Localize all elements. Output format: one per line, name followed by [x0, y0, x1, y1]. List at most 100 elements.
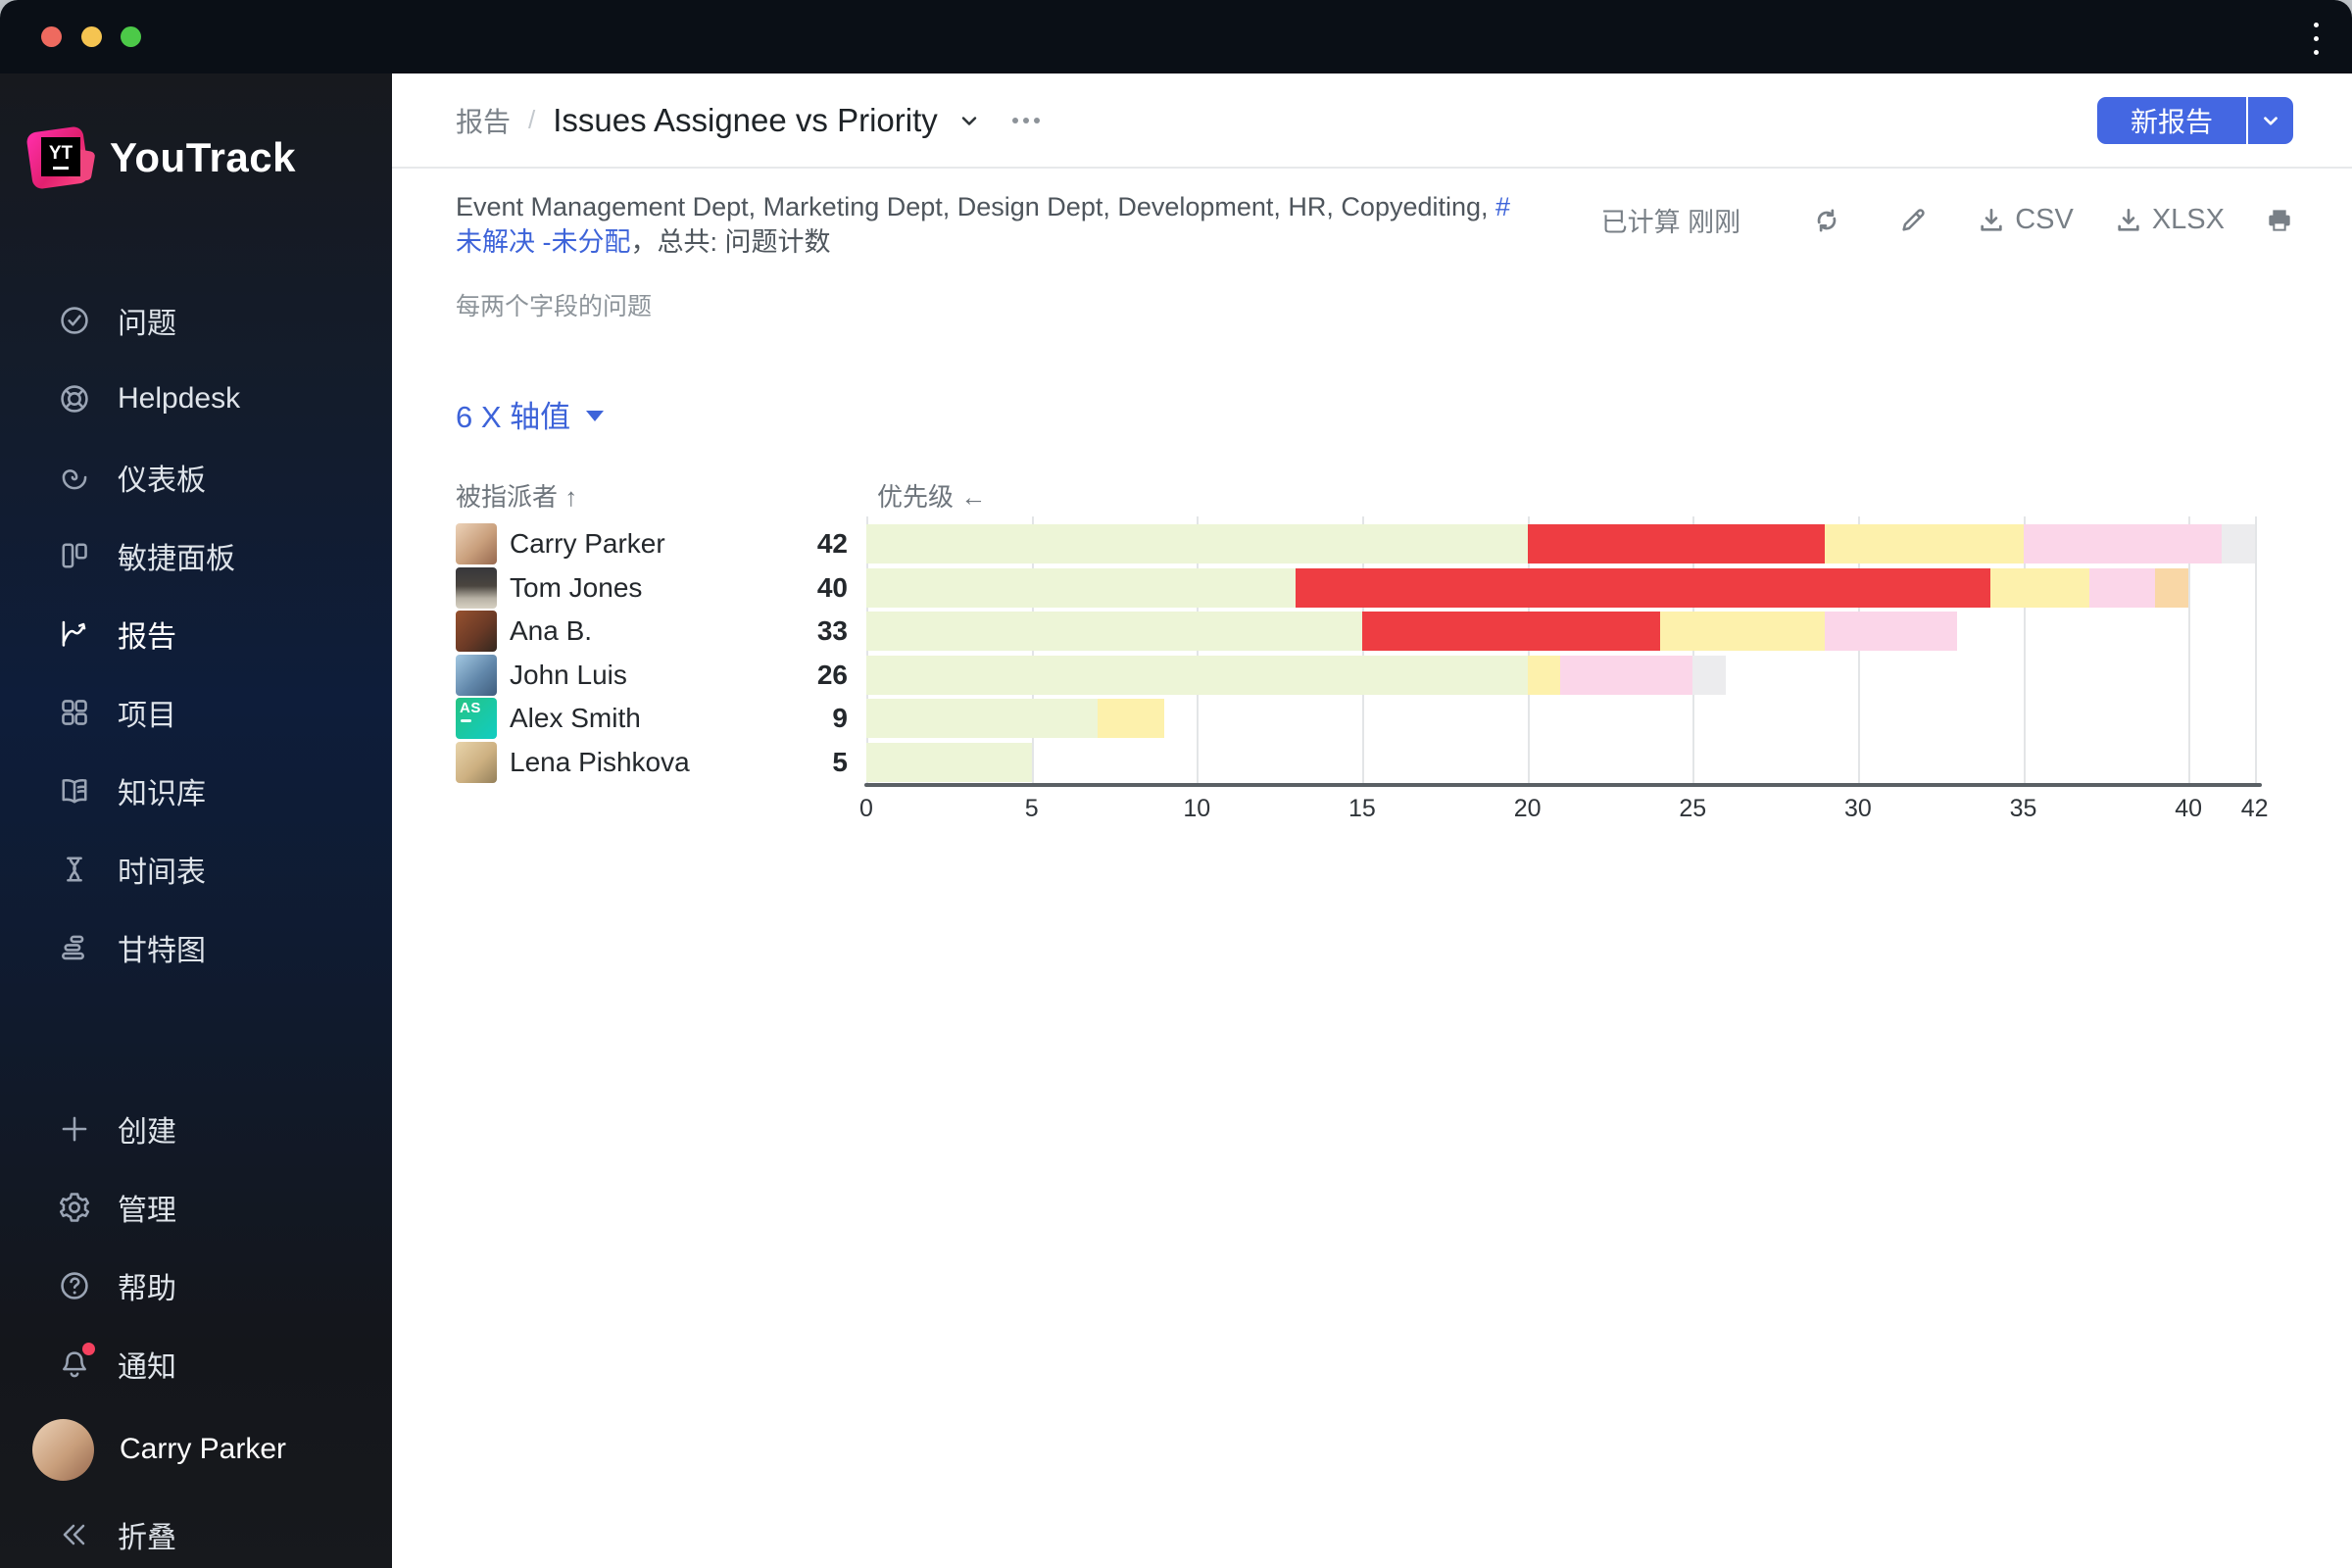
sidebar-item-问题[interactable]: 问题: [0, 281, 392, 360]
refresh-icon[interactable]: [1811, 205, 1842, 236]
bar-segment-priority-yellow[interactable]: [1659, 612, 1826, 652]
app-window: YT YouTrack 问题 Helpdesk 仪表板 敏捷面板 报告 项目 知识库 时间表甘…: [0, 0, 2352, 1568]
youtrack-logo[interactable]: YT YouTrack: [25, 125, 296, 190]
export-csv-button[interactable]: CSV: [1976, 204, 2074, 236]
sidebar-item-label: Helpdesk: [118, 382, 241, 415]
bar-segment-priority-red[interactable]: [1296, 567, 1990, 608]
bar-segment-priority-green[interactable]: [866, 567, 1297, 608]
report-filters-text: Event Management Dept, Marketing Dept, D…: [456, 192, 1511, 257]
sidebar-item-label: 创建: [118, 1116, 176, 1149]
new-report-button[interactable]: 新报告: [2096, 97, 2246, 144]
bar-segment-priority-green[interactable]: [866, 699, 1099, 739]
chart-row-lena-pishkova: Lena Pishkova 5: [456, 741, 2288, 785]
notification-badge: [82, 1343, 95, 1355]
close-window-button[interactable]: [41, 26, 62, 47]
sidebar-item-报告[interactable]: 报告: [0, 595, 392, 673]
sidebar-item-项目[interactable]: 项目: [0, 673, 392, 752]
assignee-total: 9: [832, 703, 848, 734]
sidebar-footer-nav: 创建管理 帮助 通知 Carry Parker 折叠: [0, 1090, 392, 1568]
sidebar-item-甘特图[interactable]: 甘特图: [0, 908, 392, 987]
avatar: [456, 611, 497, 653]
sidebar-item-label: 项目: [118, 700, 176, 732]
assignee-name[interactable]: Alex Smith: [510, 703, 641, 734]
title-more-menu-icon[interactable]: [1011, 117, 1040, 123]
chart-row-tom-jones: Tom Jones 40: [456, 566, 2288, 611]
avatar: [32, 1418, 94, 1481]
collapse-chevrons-icon: [57, 1517, 92, 1552]
bar-segment-priority-red[interactable]: [1361, 612, 1660, 652]
x-axis-ticks: 0 5 10 15 20 25 30 35 40 42: [456, 795, 2288, 836]
sidebar-item-helpdesk[interactable]: Helpdesk: [0, 360, 392, 438]
sidebar-item-时间表[interactable]: 时间表: [0, 830, 392, 908]
title-chevron-down-icon[interactable]: [957, 109, 981, 132]
bar-segment-priority-yellow[interactable]: [1098, 699, 1164, 739]
assignee-name[interactable]: Carry Parker: [510, 528, 665, 560]
sidebar-item-label: 仪表板: [118, 465, 206, 497]
sidebar-item-通知[interactable]: 通知: [0, 1325, 392, 1403]
breadcrumb-reports-link[interactable]: 报告: [456, 101, 511, 140]
bar-segment-priority-pink[interactable]: [1825, 612, 1958, 652]
x-tick-label: 5: [1024, 795, 1039, 822]
assignee-name[interactable]: Tom Jones: [510, 572, 642, 604]
sidebar-item-label: 报告: [118, 621, 176, 654]
bar-segment-priority-red[interactable]: [1527, 524, 1826, 564]
zoom-window-button[interactable]: [121, 26, 141, 47]
bar-segment-priority-pink[interactable]: [2023, 524, 2222, 564]
bar-segment-priority-green[interactable]: [866, 524, 1528, 564]
plus-icon: [57, 1111, 92, 1147]
bar-segment-priority-orange[interactable]: [2155, 567, 2189, 608]
agile-board-icon: [57, 538, 92, 573]
bar-segment-priority-green[interactable]: [866, 655, 1528, 695]
kebab-menu-icon[interactable]: [2307, 19, 2325, 58]
bell-icon: [57, 1343, 95, 1382]
x-axis-values-dropdown[interactable]: 6 X 轴值: [456, 392, 605, 436]
sidebar-collapse-button[interactable]: 折叠: [0, 1495, 392, 1568]
chart-row-ana-b-: Ana B. 33: [456, 610, 2288, 654]
edit-pencil-icon[interactable]: [1897, 205, 1929, 236]
assignee-column-header[interactable]: 被指派者 ↑: [456, 477, 577, 514]
bar-segment-priority-yellow[interactable]: [1825, 524, 2024, 564]
print-icon[interactable]: [2264, 205, 2295, 236]
sidebar-item-知识库[interactable]: 知识库: [0, 752, 392, 830]
calculated-status-text: 已计算 刚刚: [1600, 208, 1741, 237]
priority-column-header[interactable]: 优先级 ←: [877, 477, 986, 514]
x-tick-label: 30: [1843, 795, 1872, 822]
avatar: [456, 566, 497, 609]
assignee-total: 40: [816, 571, 848, 603]
bar-segment-priority-yellow[interactable]: [1989, 567, 2089, 608]
bar-segment-priority-green[interactable]: [866, 743, 1032, 782]
collapse-label: 折叠: [118, 1522, 176, 1554]
sidebar-user-profile[interactable]: Carry Parker: [0, 1403, 392, 1495]
assignee-name[interactable]: Lena Pishkova: [510, 747, 690, 778]
sidebar-item-仪表板[interactable]: 仪表板: [0, 438, 392, 516]
bar-segment-priority-pink[interactable]: [1560, 655, 1693, 695]
sidebar-item-帮助[interactable]: 帮助: [0, 1247, 392, 1325]
bar-segment-priority-green[interactable]: [866, 612, 1362, 652]
sidebar-item-label: 问题: [118, 308, 176, 340]
sidebar-item-管理[interactable]: 管理: [0, 1168, 392, 1247]
minimize-window-button[interactable]: [81, 26, 102, 47]
sidebar-item-label: 时间表: [118, 857, 206, 889]
new-report-dropdown-icon[interactable]: [2248, 97, 2293, 144]
gauge-icon: [57, 460, 92, 495]
export-xlsx-button[interactable]: XLSX: [2113, 204, 2225, 236]
assignee-name[interactable]: John Luis: [510, 660, 627, 691]
dropdown-triangle-icon: [586, 411, 605, 421]
new-report-split-button[interactable]: 新报告: [2096, 97, 2293, 144]
check-circle-icon: [57, 303, 92, 338]
bar-segment-priority-gray[interactable]: [1692, 655, 1726, 695]
screen: YT YouTrack 问题 Helpdesk 仪表板 敏捷面板 报告 项目 知识库 时间表甘…: [0, 0, 2352, 1568]
assignee-name[interactable]: Ana B.: [510, 615, 592, 647]
bar-segment-priority-yellow[interactable]: [1527, 655, 1561, 695]
sidebar-item-创建[interactable]: 创建: [0, 1090, 392, 1168]
bar-segment-priority-gray[interactable]: [2221, 524, 2255, 564]
sidebar-item-敏捷面板[interactable]: 敏捷面板: [0, 516, 392, 595]
assignee-priority-chart: 被指派者 ↑ 优先级 ← Carry Parker 42 Tom Jones 40 An…: [456, 477, 2288, 836]
x-tick-label: 35: [2009, 795, 2037, 822]
bar-segment-priority-pink[interactable]: [2089, 567, 2156, 608]
gear-icon: [57, 1190, 92, 1225]
main-content: 报告 / Issues Assignee vs Priority 新报告 Eve…: [392, 74, 2352, 1568]
chart-row-alex-smith: AS Alex Smith 9: [456, 697, 2288, 741]
report-chart-icon: [57, 616, 92, 652]
sidebar-item-label: 甘特图: [118, 935, 206, 967]
